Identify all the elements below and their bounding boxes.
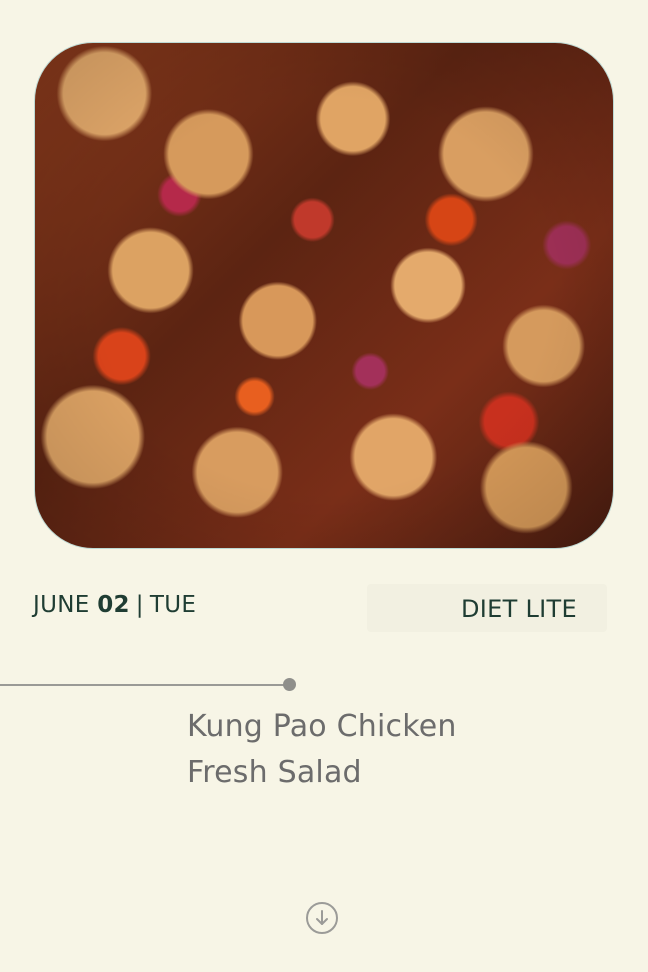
timeline-dot xyxy=(283,678,296,691)
diet-label: DIET LITE xyxy=(461,595,577,623)
date-month: JUNE xyxy=(33,592,90,618)
arrow-down-icon xyxy=(316,910,328,925)
date-day: 02 xyxy=(97,592,130,618)
date-label: JUNE 02 | TUE xyxy=(33,592,196,618)
scroll-down-button[interactable] xyxy=(306,902,338,934)
meal-photo xyxy=(35,43,613,548)
menu-item-fresh-salad: Fresh Salad xyxy=(187,755,362,790)
photo-shade xyxy=(35,43,613,548)
date-separator: | xyxy=(135,592,144,618)
date-weekday: TUE xyxy=(149,592,197,618)
diet-badge[interactable]: DIET LITE xyxy=(367,584,607,632)
timeline-line xyxy=(0,684,286,686)
menu-item-kung-pao-chicken: Kung Pao Chicken xyxy=(187,709,457,744)
menu-list: Kung Pao Chicken Fresh Salad xyxy=(187,704,457,796)
